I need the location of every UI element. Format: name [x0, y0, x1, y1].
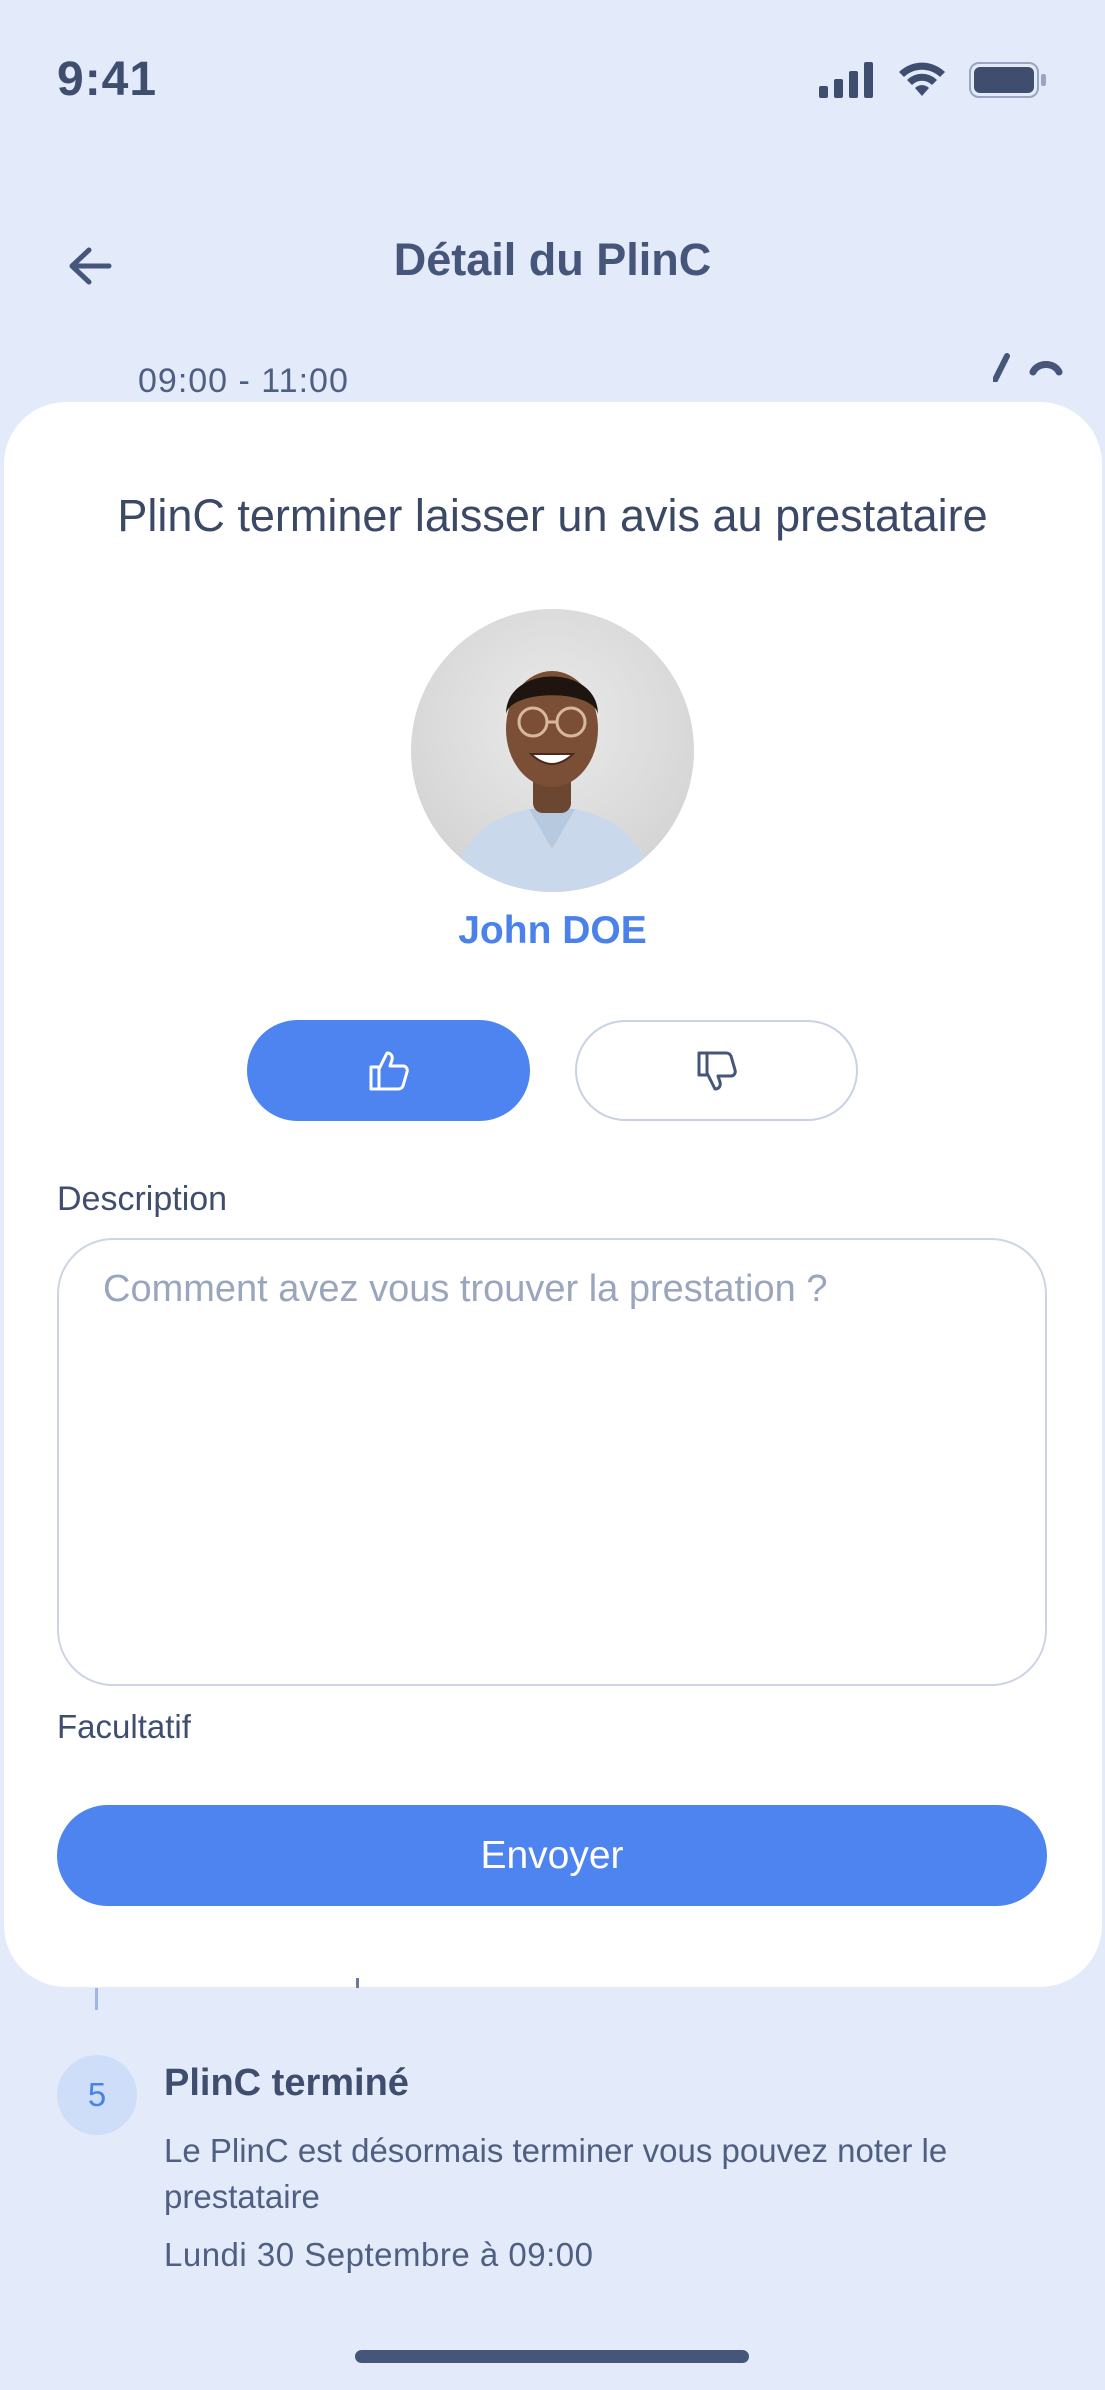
background-time-range: 09:00 - 11:00	[138, 362, 349, 400]
wifi-icon	[899, 62, 945, 96]
description-textarea[interactable]	[57, 1238, 1047, 1686]
status-icons	[819, 62, 1047, 98]
thumbs-down-icon	[697, 1051, 737, 1090]
cellular-signal-icon	[819, 62, 873, 98]
submit-button[interactable]: Envoyer	[57, 1805, 1047, 1906]
timeline-connector	[95, 1988, 98, 2010]
thumbs-up-icon	[369, 1051, 409, 1090]
provider-avatar	[411, 609, 694, 892]
status-time: 9:41	[57, 53, 158, 106]
description-label: Description	[57, 1180, 228, 1218]
home-indicator[interactable]	[355, 2350, 749, 2363]
provider-name: John DOE	[458, 909, 647, 952]
step-date: Lundi 30 Septembre à 09:00	[164, 2236, 594, 2273]
step-description: Le PlinC est désormais terminer vous pou…	[164, 2132, 948, 2215]
step-title: PlinC terminé	[164, 2062, 409, 2104]
battery-icon	[969, 62, 1046, 98]
page-title: Détail du PlinC	[393, 234, 712, 285]
timeline-text-fragment	[356, 1978, 359, 1988]
optional-helper-text: Facultatif	[57, 1708, 191, 1745]
thumbs-down-button[interactable]	[575, 1020, 858, 1121]
step-number-badge: 5	[57, 2055, 137, 2135]
thumbs-up-button[interactable]	[247, 1020, 530, 1121]
review-sheet-title: PlinC terminer laisser un avis au presta…	[117, 490, 988, 541]
background-icon-edge	[993, 353, 1063, 382]
